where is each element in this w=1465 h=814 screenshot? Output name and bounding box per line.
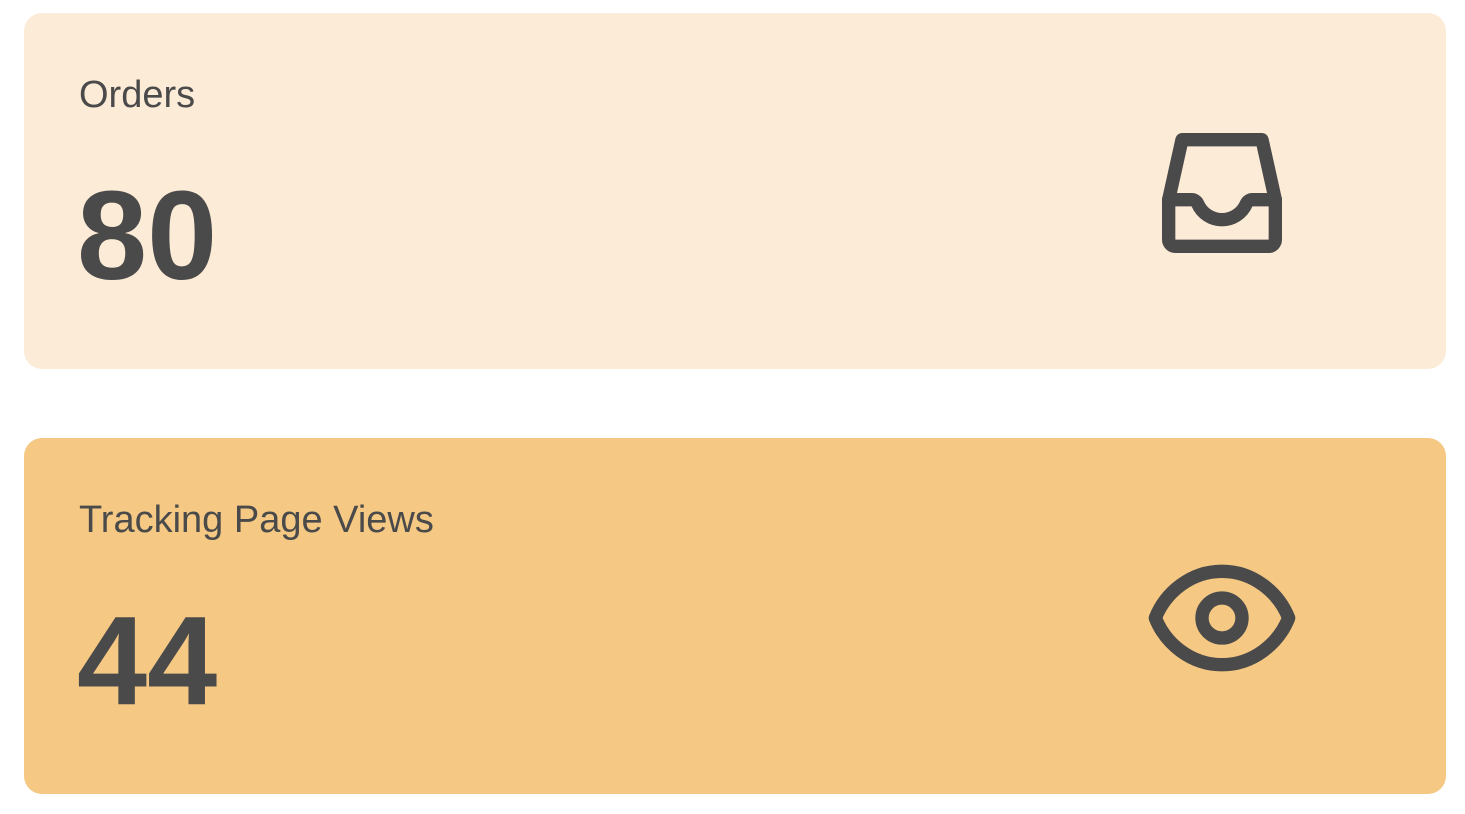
orders-label: Orders [79,74,196,116]
tracking-page-views-value: 44 [77,590,218,731]
orders-value: 80 [77,165,218,306]
tracking-page-views-label: Tracking Page Views [79,499,434,541]
eye-icon [1148,564,1296,672]
tracking-page-views-stat-card: Tracking Page Views 44 [24,438,1446,794]
inbox-icon [1162,133,1282,253]
orders-stat-card: Orders 80 [24,13,1446,369]
